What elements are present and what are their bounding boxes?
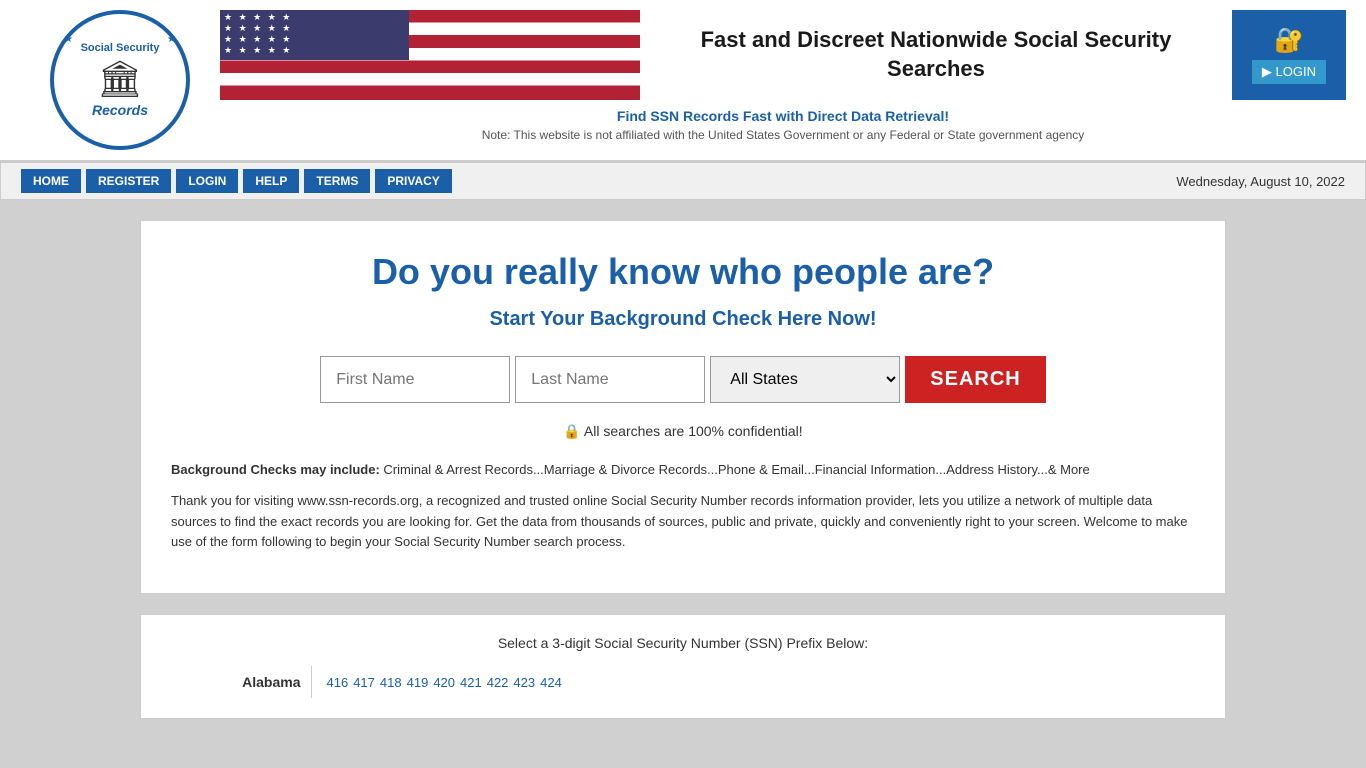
login-button[interactable]: ▶ LOGIN [1252, 60, 1326, 84]
banner-login-box: 🔐 ▶ LOGIN [1232, 10, 1346, 100]
banner-text-box: Fast and Discreet Nationwide Social Secu… [640, 10, 1232, 100]
banner-note: Note: This website is not affiliated wit… [240, 128, 1326, 142]
nav-links: HOME REGISTER LOGIN HELP TERMS PRIVACY [21, 169, 452, 193]
nav-terms[interactable]: TERMS [304, 169, 370, 193]
logo-top-text: Social Security [81, 42, 160, 55]
ssn-prefix-link[interactable]: 416 [327, 675, 349, 690]
banner-bottom: Find SSN Records Fast with Direct Data R… [220, 100, 1346, 150]
main-heading: Do you really know who people are? [171, 251, 1195, 293]
background-info: Background Checks may include: Criminal … [171, 460, 1195, 553]
nav-help[interactable]: HELP [243, 169, 299, 193]
bg-text: Criminal & Arrest Records...Marriage & D… [383, 462, 1089, 477]
ssn-prefix-link[interactable]: 423 [513, 675, 535, 690]
ssn-section: Select a 3-digit Social Security Number … [140, 614, 1226, 719]
nav-bar: HOME REGISTER LOGIN HELP TERMS PRIVACY W… [0, 162, 1366, 200]
nav-privacy[interactable]: PRIVACY [375, 169, 451, 193]
lock-key-icon: 🔐 [1274, 26, 1304, 55]
ssn-prefix-link[interactable]: 417 [353, 675, 375, 690]
nav-login[interactable]: LOGIN [176, 169, 238, 193]
state-select[interactable]: All StatesAlabamaAlaskaArizonaArkansasCa… [710, 356, 900, 403]
logo-bottom-text: Records [92, 102, 148, 118]
ssn-prefix-link[interactable]: 422 [487, 675, 509, 690]
ssn-row: Alabama 416 417 418 419 420 421 422 423 424 [161, 666, 1205, 698]
nav-date: Wednesday, August 10, 2022 [1176, 174, 1345, 189]
header: ★ ★ Social Security 🏛 Records ★ ★ ★ ★ ★★… [0, 0, 1366, 162]
ssn-prefix-link[interactable]: 421 [460, 675, 482, 690]
site-logo: ★ ★ Social Security 🏛 Records [50, 10, 190, 150]
ssn-prefix-link[interactable]: 424 [540, 675, 562, 690]
ssn-prefix-link[interactable]: 418 [380, 675, 402, 690]
logo-area: ★ ★ Social Security 🏛 Records [20, 10, 220, 150]
first-name-input[interactable] [320, 356, 510, 403]
body-text: Thank you for visiting www.ssn-records.o… [171, 491, 1195, 553]
ssn-prefix-link[interactable]: 420 [433, 675, 455, 690]
nav-home[interactable]: HOME [21, 169, 81, 193]
banner-flag: ★ ★ ★ ★ ★★ ★ ★ ★ ★★ ★ ★ ★ ★★ ★ ★ ★ ★ [220, 10, 640, 100]
banner-subtitle: Find SSN Records Fast with Direct Data R… [240, 108, 1326, 124]
ssn-links-cell: 416 417 418 419 420 421 422 423 424 [311, 666, 1205, 698]
logo-building-icon: 🏛 [97, 58, 143, 100]
banner-area: ★ ★ ★ ★ ★★ ★ ★ ★ ★★ ★ ★ ★ ★★ ★ ★ ★ ★ Fas… [220, 10, 1346, 150]
state-name-cell: Alabama [161, 666, 311, 698]
logo-star-left: ★ [64, 34, 73, 45]
logo-star-right: ★ [167, 34, 176, 45]
confidential-note: 🔒 All searches are 100% confidential! [171, 423, 1195, 440]
bg-bold-label: Background Checks may include: [171, 462, 380, 477]
last-name-input[interactable] [515, 356, 705, 403]
sub-heading: Start Your Background Check Here Now! [171, 308, 1195, 331]
ssn-table: Alabama 416 417 418 419 420 421 422 423 424 [161, 666, 1205, 698]
banner-main-text: Fast and Discreet Nationwide Social Secu… [650, 26, 1222, 83]
nav-register[interactable]: REGISTER [86, 169, 171, 193]
search-button[interactable]: SEARCH [905, 356, 1045, 403]
ssn-prefix-link[interactable]: 419 [407, 675, 429, 690]
main-content: Do you really know who people are? Start… [140, 220, 1226, 594]
ssn-title: Select a 3-digit Social Security Number … [161, 635, 1205, 651]
search-form: All StatesAlabamaAlaskaArizonaArkansasCa… [171, 356, 1195, 403]
flag-stars: ★ ★ ★ ★ ★★ ★ ★ ★ ★★ ★ ★ ★ ★★ ★ ★ ★ ★ [224, 12, 292, 56]
banner-top: ★ ★ ★ ★ ★★ ★ ★ ★ ★★ ★ ★ ★ ★★ ★ ★ ★ ★ Fas… [220, 10, 1346, 100]
